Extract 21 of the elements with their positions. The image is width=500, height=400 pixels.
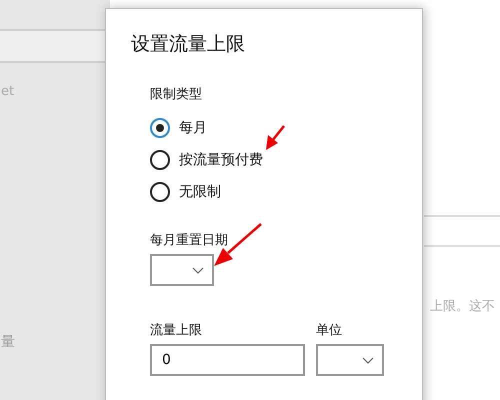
field-label: 流量上限 bbox=[150, 322, 203, 340]
radio-button[interactable] bbox=[150, 118, 170, 138]
description-text: 上限。这不 bbox=[430, 298, 495, 315]
radio-option[interactable]: 按流量预付费 bbox=[150, 148, 263, 172]
setting-label: 量 bbox=[1, 333, 15, 351]
field-label: 单位 bbox=[316, 322, 343, 340]
chevron-down-icon bbox=[362, 356, 374, 364]
radio-button[interactable] bbox=[150, 150, 170, 170]
radio-button[interactable] bbox=[150, 182, 170, 202]
unit-dropdown[interactable] bbox=[316, 344, 384, 376]
field-label: 限制类型 bbox=[150, 86, 203, 104]
date-dropdown[interactable] bbox=[150, 254, 214, 286]
field-label: 每月重置日期 bbox=[150, 232, 229, 250]
radio-option[interactable]: 无限制 bbox=[150, 180, 221, 204]
chevron-down-icon bbox=[192, 266, 204, 274]
setting-label: et bbox=[1, 84, 14, 99]
arrow-annotation bbox=[214, 223, 262, 266]
limit-input[interactable]: 0 bbox=[150, 344, 305, 376]
radio-option[interactable]: 每月 bbox=[150, 116, 207, 140]
arrow-annotation bbox=[266, 125, 285, 150]
dialog-title: 设置流量上限 bbox=[131, 32, 246, 57]
